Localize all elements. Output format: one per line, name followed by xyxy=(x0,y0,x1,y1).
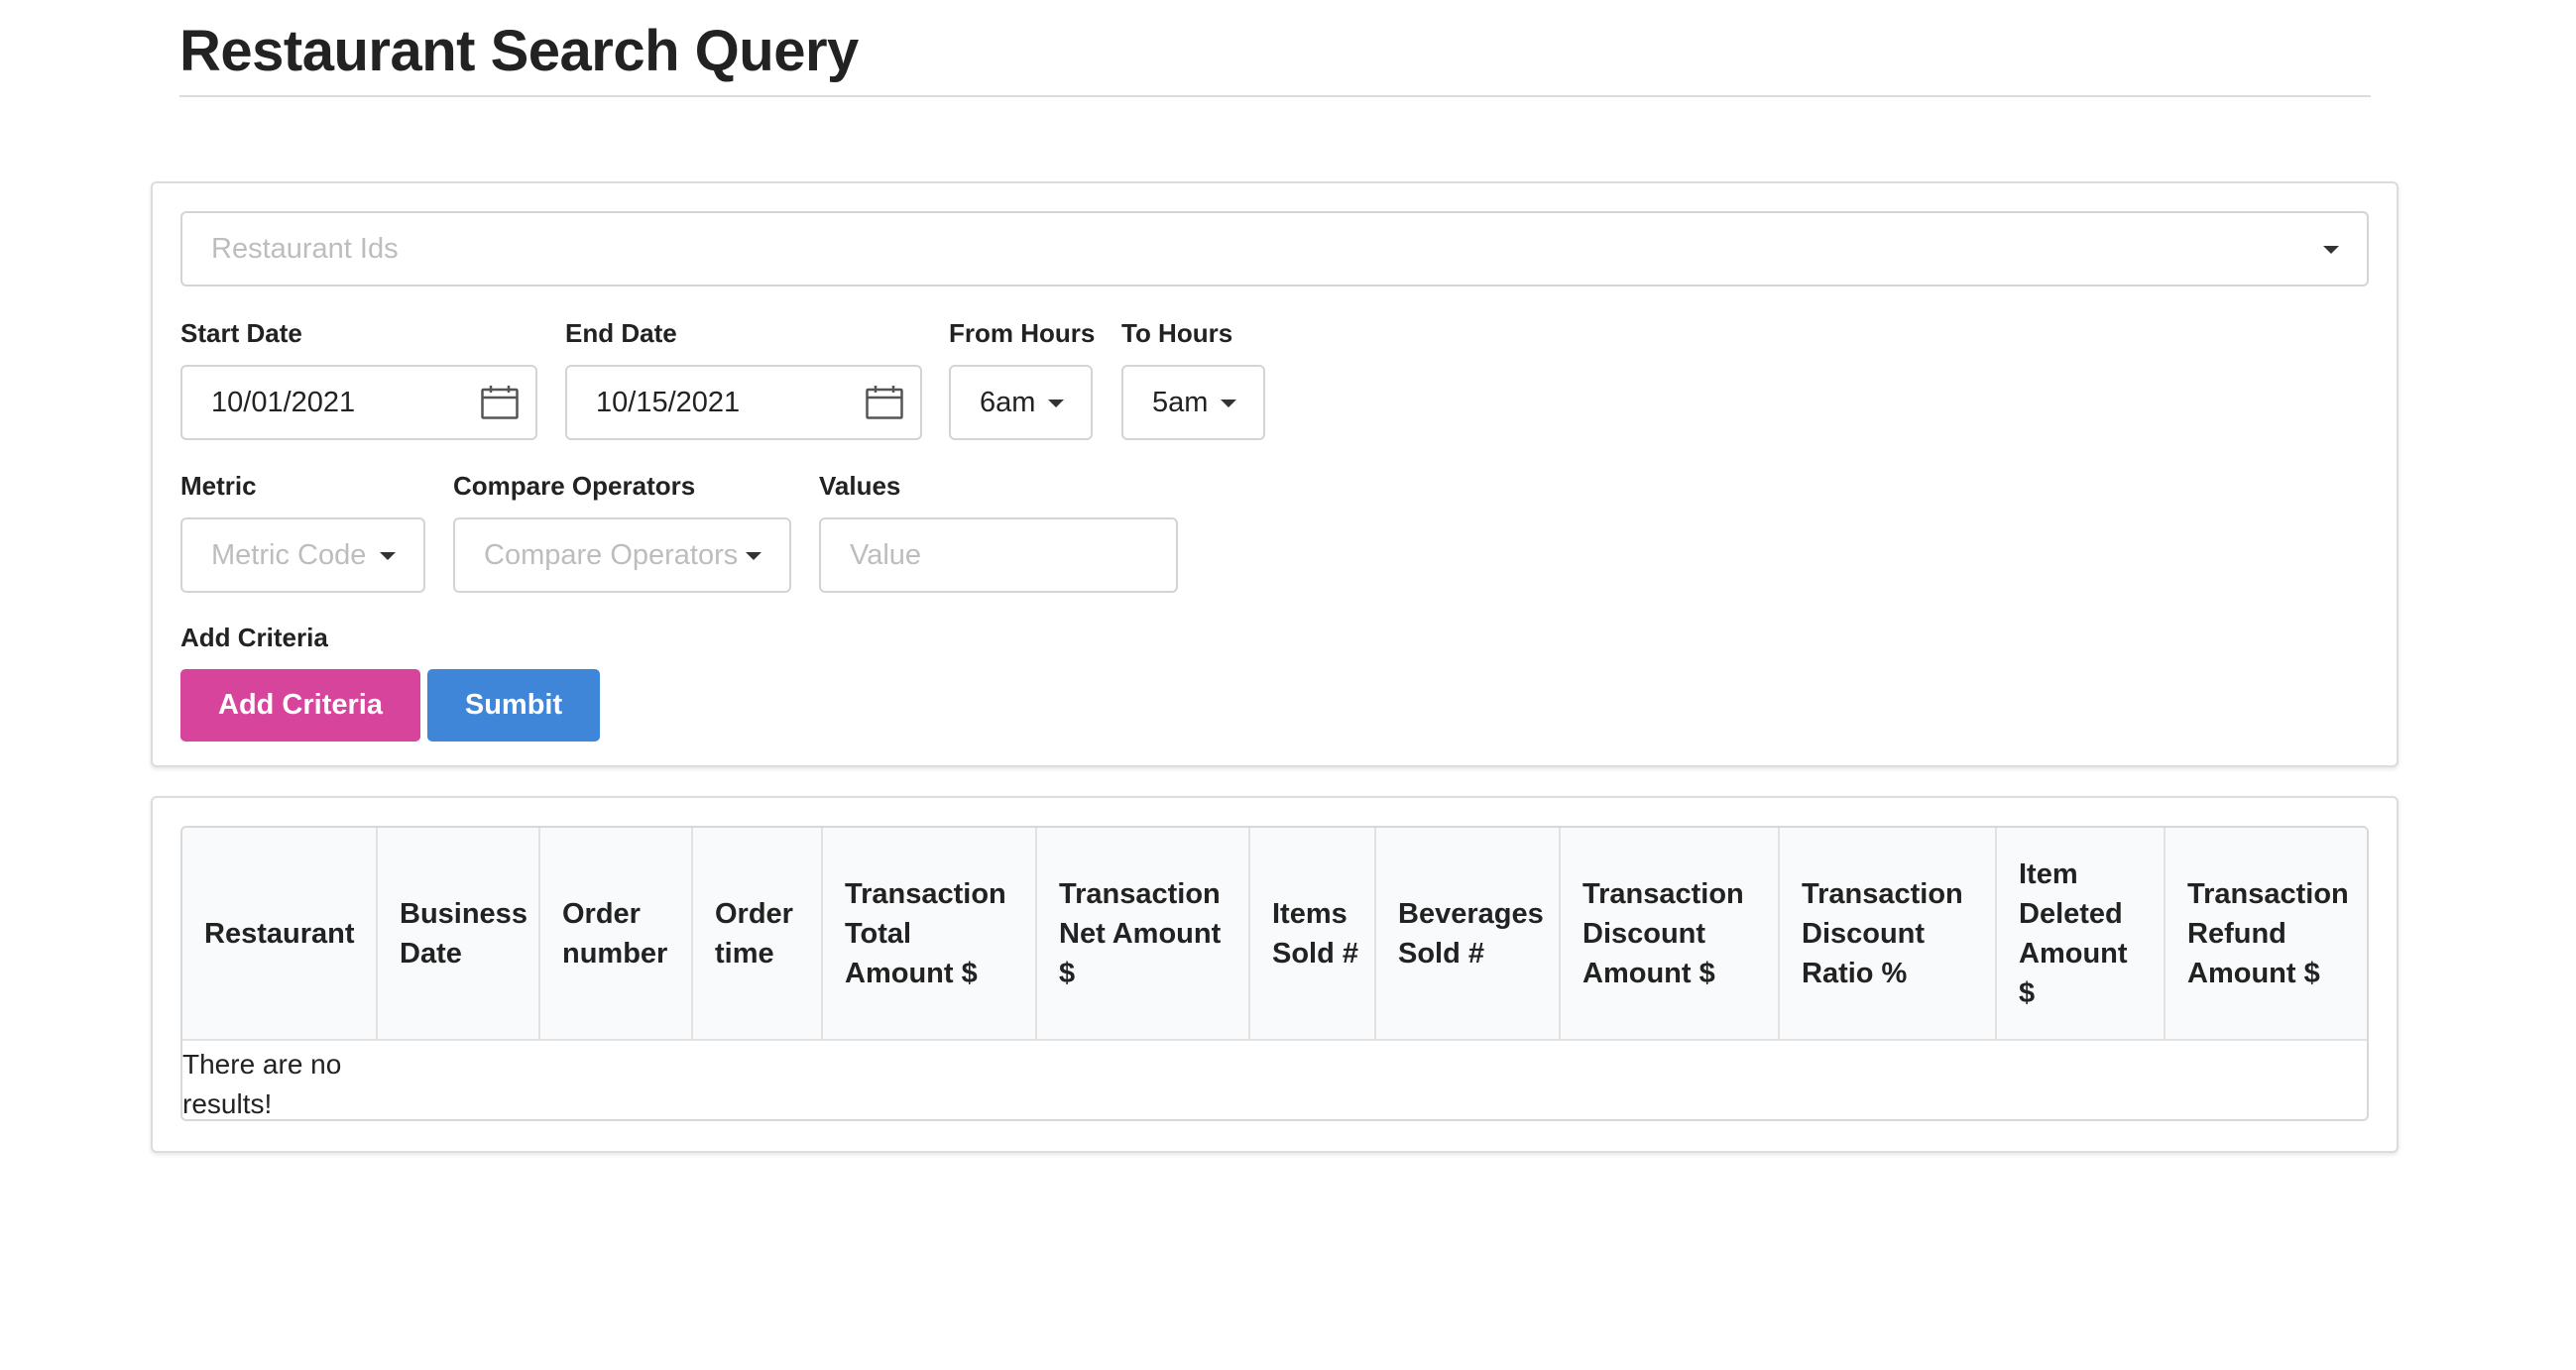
values-label: Values xyxy=(819,471,901,501)
metric-code-select[interactable]: Metric Code xyxy=(180,517,425,593)
submit-button[interactable]: Sumbit xyxy=(427,669,600,742)
column-header-transaction-net-amount[interactable]: Transaction Net Amount $ xyxy=(1036,828,1250,1041)
value-placeholder: Value xyxy=(850,538,922,571)
chevron-down-icon xyxy=(1048,400,1064,407)
column-header-transaction-discount-ratio[interactable]: Transaction Discount Ratio % xyxy=(1779,828,1997,1041)
column-header-items-sold[interactable]: Items Sold # xyxy=(1249,828,1376,1041)
from-hours-label: From Hours xyxy=(949,318,1096,348)
start-date-label: Start Date xyxy=(180,318,302,348)
title-divider xyxy=(179,95,2371,97)
restaurant-ids-select[interactable]: Restaurant Ids xyxy=(180,211,2369,286)
add-criteria-label: Add Criteria xyxy=(180,623,328,652)
end-date-label: End Date xyxy=(565,318,677,348)
column-header-beverages-sold[interactable]: Beverages Sold # xyxy=(1375,828,1561,1041)
compare-operators-placeholder: Compare Operators xyxy=(484,538,739,571)
empty-results-message: There are no results! xyxy=(182,1049,342,1119)
to-hours-label: To Hours xyxy=(1121,318,1233,348)
results-table: Restaurant Business Date Order number Or… xyxy=(180,826,2369,1121)
calendar-icon[interactable] xyxy=(481,386,519,419)
to-hours-select[interactable]: 5am xyxy=(1121,365,1265,440)
column-header-order-time[interactable]: Order time xyxy=(692,828,823,1041)
chevron-down-icon xyxy=(380,552,396,560)
value-input[interactable]: Value xyxy=(819,517,1178,593)
restaurant-ids-placeholder: Restaurant Ids xyxy=(211,232,399,265)
query-form-panel: Restaurant Ids Start Date End Date From … xyxy=(151,181,2399,767)
metric-code-placeholder: Metric Code xyxy=(211,538,367,571)
end-date-value: 10/15/2021 xyxy=(596,386,741,418)
calendar-icon[interactable] xyxy=(866,386,903,419)
page-title: Restaurant Search Query xyxy=(179,19,859,83)
column-header-business-date[interactable]: Business Date xyxy=(377,828,540,1041)
table-row: There are no results! xyxy=(182,1040,2367,1119)
metric-label: Metric xyxy=(180,471,257,501)
column-header-restaurant[interactable]: Restaurant xyxy=(182,828,378,1041)
chevron-down-icon xyxy=(746,552,761,560)
column-header-transaction-discount-amount[interactable]: Transaction Discount Amount $ xyxy=(1560,828,1780,1041)
column-header-transaction-refund-amount[interactable]: Transaction Refund Amount $ xyxy=(2165,828,2367,1041)
chevron-down-icon xyxy=(2323,246,2339,254)
end-date-input[interactable]: 10/15/2021 xyxy=(565,365,922,440)
from-hours-select[interactable]: 6am xyxy=(949,365,1093,440)
compare-operators-select[interactable]: Compare Operators xyxy=(453,517,791,593)
from-hours-value: 6am xyxy=(980,386,1036,418)
chevron-down-icon xyxy=(1221,400,1236,407)
to-hours-value: 5am xyxy=(1152,386,1209,418)
column-header-order-number[interactable]: Order number xyxy=(539,828,693,1041)
page: Restaurant Search Query Restaurant Ids S… xyxy=(0,0,2576,1370)
empty-results-cell: There are no results! xyxy=(182,1040,2367,1119)
add-criteria-button[interactable]: Add Criteria xyxy=(180,669,420,742)
start-date-value: 10/01/2021 xyxy=(211,386,356,418)
column-header-transaction-total-amount[interactable]: Transaction Total Amount $ xyxy=(822,828,1037,1041)
column-header-item-deleted-amount[interactable]: Item Deleted Amount $ xyxy=(1996,828,2166,1041)
table-header-row: Restaurant Business Date Order number Or… xyxy=(182,828,2367,1041)
start-date-input[interactable]: 10/01/2021 xyxy=(180,365,537,440)
results-panel: Restaurant Business Date Order number Or… xyxy=(151,796,2399,1153)
compare-operators-label: Compare Operators xyxy=(453,471,696,501)
